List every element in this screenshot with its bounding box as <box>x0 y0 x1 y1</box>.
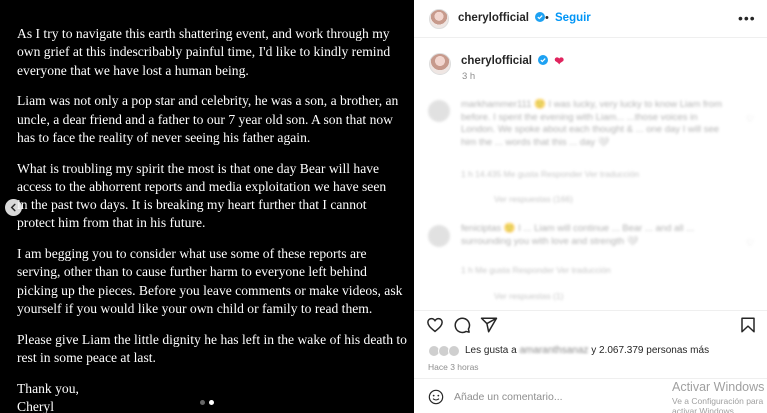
view-replies-link[interactable]: Ver respuestas (166) <box>494 194 573 204</box>
post-paragraph-1: As I try to navigate this earth shatteri… <box>17 26 391 78</box>
post-paragraph-2: Liam was not only a pop star and celebri… <box>17 93 399 145</box>
separator-dot: • <box>545 12 549 24</box>
verified-badge-icon <box>535 12 546 22</box>
comment-box <box>414 378 767 413</box>
header-username[interactable]: cherylofficial <box>458 12 546 24</box>
post-header: cherylofficial • Seguir ••• <box>414 0 767 38</box>
caption-username[interactable]: cherylofficial ❤ <box>461 54 564 68</box>
comments-list: markhammer111 🙂 I was lucky, very lucky … <box>414 92 767 310</box>
post-actions <box>414 310 767 338</box>
verified-badge-icon <box>538 55 549 65</box>
likes-text[interactable]: Les gusta a amaranthsanaz y 2.067.379 pe… <box>465 345 709 356</box>
caption-time: 3 h <box>462 71 476 82</box>
chevron-left-icon <box>10 203 16 212</box>
comment-meta: 1 h 14.435 Me gusta Responder Ver traduc… <box>461 169 640 179</box>
comment-input[interactable] <box>454 387 654 407</box>
caption-username-text[interactable]: cherylofficial <box>461 55 532 67</box>
red-heart-emoji: ❤ <box>554 56 564 68</box>
liker-avatars <box>428 345 462 357</box>
carousel-prev-button[interactable] <box>5 199 22 216</box>
post-image: As I try to navigate this earth shatteri… <box>0 0 414 413</box>
comment-text: markhammer111 🙂 I was lucky, very lucky … <box>461 99 723 148</box>
share-icon[interactable] <box>480 316 498 334</box>
more-icon[interactable]: ••• <box>738 10 756 26</box>
likes-summary[interactable]: Les gusta a amaranthsanaz y 2.067.379 pe… <box>428 345 758 359</box>
carousel-dot <box>200 400 205 405</box>
carousel-dots <box>200 400 214 405</box>
avatar[interactable] <box>429 9 449 29</box>
avatar <box>448 345 460 357</box>
comment-like-icon[interactable]: ♡ <box>746 114 754 125</box>
post-time: Hace 3 horas <box>428 362 479 372</box>
header-username-text[interactable]: cherylofficial <box>458 12 529 24</box>
emoji-icon[interactable] <box>428 389 444 405</box>
post-paragraph-3: What is troubling my spirit the most is … <box>17 160 387 231</box>
follow-button[interactable]: Seguir <box>555 12 591 24</box>
post-side-panel: cherylofficial • Seguir ••• cheryloffici… <box>414 0 767 413</box>
liker-username[interactable]: amaranthsanaz <box>520 345 589 356</box>
post-paragraph-5: Please give Liam the little dignity he h… <box>17 331 407 366</box>
comment-like-icon[interactable]: ♡ <box>746 238 754 249</box>
heart-icon[interactable] <box>426 316 444 334</box>
comment-avatar[interactable] <box>428 100 450 122</box>
caption-avatar[interactable] <box>429 53 451 75</box>
comment-meta: 1 h Me gusta Responder Ver traducción <box>461 265 611 275</box>
comment-avatar[interactable] <box>428 225 450 247</box>
comment-text: feniciptas 🙂 I ... Liam will continue ..… <box>461 223 695 247</box>
likes-count[interactable]: y 2.067.379 personas más <box>588 345 709 356</box>
likes-prefix: Les gusta a <box>465 345 517 356</box>
post-signoff: Thank you, Cheryl <box>17 380 79 413</box>
view-replies-link[interactable]: Ver respuestas (1) <box>494 291 563 301</box>
post-statement-text: As I try to navigate this earth shatteri… <box>17 25 407 413</box>
carousel-dot-active <box>209 400 214 405</box>
comment-icon[interactable] <box>453 316 471 334</box>
bookmark-icon[interactable] <box>739 316 757 334</box>
post-paragraph-4: I am begging you to consider what use so… <box>17 246 403 317</box>
